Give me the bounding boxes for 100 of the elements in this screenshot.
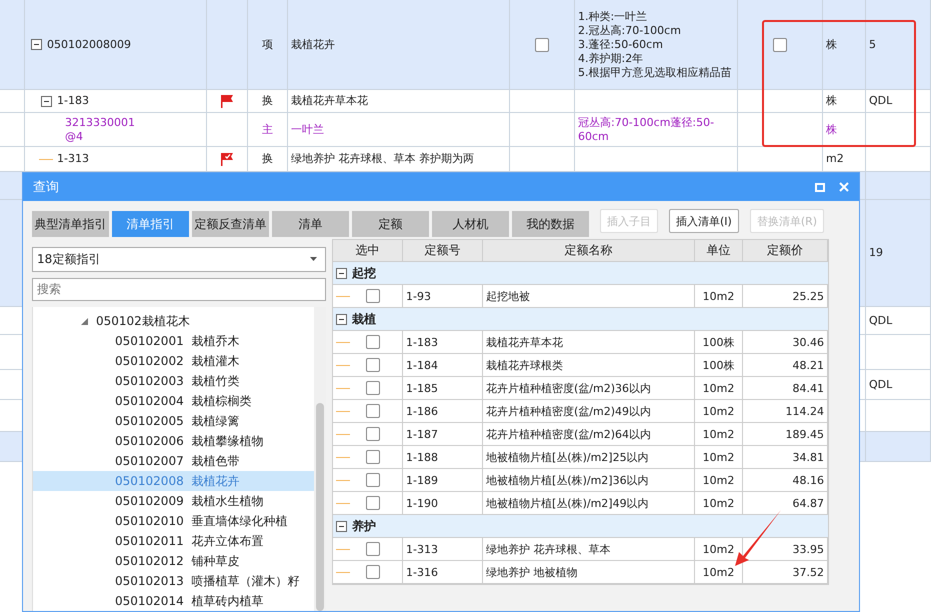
tree-item[interactable]: 050102007 栽植色带 bbox=[33, 451, 314, 471]
collapse-icon[interactable] bbox=[336, 520, 347, 532]
checkbox[interactable] bbox=[366, 565, 380, 579]
tree-item[interactable]: 050102005 栽植绿篱 bbox=[33, 411, 314, 431]
expand-triangle-icon[interactable] bbox=[81, 318, 88, 324]
price-text: 114.24 bbox=[786, 404, 824, 418]
unit-text: 100株 bbox=[702, 334, 734, 350]
quota-code: 1-187 bbox=[406, 428, 438, 440]
unit-text: 10m2 bbox=[702, 450, 734, 464]
checkbox[interactable] bbox=[366, 542, 380, 556]
collapse-icon[interactable] bbox=[41, 96, 52, 106]
price-text: 25.25 bbox=[792, 290, 824, 302]
unit-text: 10m2 bbox=[702, 474, 734, 486]
quantity-text: 5 bbox=[869, 38, 876, 52]
dialog-title: 查询 bbox=[33, 179, 59, 196]
feature-text: 3.蓬径:50-60cm bbox=[578, 38, 664, 52]
checkbox[interactable] bbox=[535, 38, 549, 52]
item-name: 栽植花卉 bbox=[192, 472, 240, 490]
tab[interactable]: 清单 bbox=[272, 211, 349, 237]
tree-item[interactable]: 050102003 栽植竹类 bbox=[33, 371, 314, 391]
item-type: 项 bbox=[262, 38, 273, 52]
group-name: 养护 bbox=[352, 518, 376, 534]
quota-name: 绿地养护 花卉球根、草本 bbox=[486, 542, 610, 556]
feature-text: 4.养护期:2年 bbox=[578, 52, 644, 66]
quota-name: 栽植花卉草本花 bbox=[486, 334, 563, 350]
item-code: 050102011 bbox=[115, 534, 184, 548]
checkbox[interactable] bbox=[366, 381, 380, 395]
tree-item[interactable]: 050102001 栽植乔木 bbox=[33, 331, 314, 351]
tab[interactable]: 定额反查清单 bbox=[192, 211, 269, 237]
item-type: 换 bbox=[262, 94, 273, 108]
item-name: 栽植花卉草本花 bbox=[291, 94, 368, 108]
item-code: 1-183 bbox=[57, 94, 89, 108]
price-text: 37.52 bbox=[792, 566, 824, 578]
checkbox[interactable] bbox=[366, 358, 380, 372]
feature-text: 5.根据甲方意见选取相应精品苗 bbox=[578, 66, 732, 80]
tree-item[interactable]: 050102006 栽植攀缘植物 bbox=[33, 431, 314, 451]
tree-item[interactable]: 050102010 垂直墙体绿化种植 bbox=[33, 511, 314, 531]
tree-node[interactable]: 050102栽植花木 bbox=[96, 312, 190, 330]
feature-text: 2.冠丛高:70-100cm bbox=[578, 24, 682, 38]
item-code: 050102007 bbox=[115, 454, 184, 468]
collapse-icon[interactable] bbox=[336, 314, 347, 324]
quota-name: 栽植花卉球根类 bbox=[486, 358, 563, 372]
collapse-icon[interactable] bbox=[336, 268, 347, 278]
item-code: 1-313 bbox=[57, 152, 89, 166]
quota-name: 地被植物片植[丛(株)/m2]49以内 bbox=[486, 496, 649, 510]
checkbox[interactable] bbox=[773, 38, 787, 52]
tree-item[interactable]: 050102004 栽植棕榈类 bbox=[33, 391, 314, 411]
item-name: 喷播植草（灌木）籽 bbox=[192, 572, 300, 590]
quota-code: 1-93 bbox=[406, 290, 431, 302]
item-code: 050102010 bbox=[115, 514, 184, 528]
tab[interactable]: 定额 bbox=[352, 211, 429, 237]
tree-item[interactable]: 050102002 栽植灌木 bbox=[33, 351, 314, 371]
quota-code: 1-190 bbox=[406, 496, 438, 510]
collapse-icon[interactable] bbox=[31, 39, 42, 50]
quantity-text: QDL bbox=[869, 94, 892, 108]
tree-item[interactable]: 050102011 花卉立体布置 bbox=[33, 531, 314, 551]
item-name: 栽植花卉 bbox=[291, 38, 335, 52]
tree-item[interactable]: 050102012 铺种草皮 bbox=[33, 551, 314, 571]
tab[interactable]: 我的数据 bbox=[512, 211, 589, 237]
quota-code: 1-316 bbox=[406, 566, 438, 578]
tab[interactable]: 典型清单指引 bbox=[32, 211, 109, 237]
toolbar-button[interactable]: 插入清单(I) bbox=[669, 209, 739, 233]
checkbox[interactable] bbox=[366, 404, 380, 418]
price-text: 64.87 bbox=[792, 496, 824, 510]
maximize-icon[interactable] bbox=[815, 182, 825, 192]
item-code: 050102008009 bbox=[47, 38, 131, 52]
tree-item[interactable]: 050102014 植草砖内植草 bbox=[33, 591, 314, 611]
tree-item[interactable]: 050102009 栽植水生植物 bbox=[33, 491, 314, 511]
unit-text: 10m2 bbox=[702, 496, 734, 510]
quota-name: 地被植物片植[丛(株)/m2]36以内 bbox=[486, 472, 649, 488]
quantity-text: QDL bbox=[869, 378, 892, 392]
item-name: 栽植乔木 bbox=[192, 332, 240, 350]
item-code: 050102012 bbox=[115, 554, 184, 568]
checkbox[interactable] bbox=[366, 335, 380, 349]
feature-text: 冠丛高:70-100cm蓬径:50-60cm bbox=[578, 116, 716, 144]
price-text: 84.41 bbox=[792, 382, 824, 394]
quota-code: 1-185 bbox=[406, 382, 438, 394]
quota-code: 1-188 bbox=[406, 450, 438, 464]
checkbox[interactable] bbox=[366, 450, 380, 464]
item-code: 050102001 bbox=[115, 334, 184, 348]
item-type: 主 bbox=[262, 122, 273, 136]
guide-dropdown[interactable]: 18定额指引 bbox=[32, 247, 326, 272]
item-code: 050102004 bbox=[115, 394, 184, 408]
price-text: 33.95 bbox=[792, 542, 824, 556]
checkbox[interactable] bbox=[366, 496, 380, 510]
tree-item[interactable]: 050102013 喷播植草（灌木）籽 bbox=[33, 571, 314, 591]
checkbox[interactable] bbox=[366, 473, 380, 487]
tab[interactable]: 人材机 bbox=[432, 211, 509, 237]
scrollbar[interactable] bbox=[314, 307, 326, 611]
search-field[interactable]: 搜索 bbox=[32, 278, 326, 301]
quantity-text: QDL bbox=[869, 314, 892, 328]
item-name: 栽植绿篱 bbox=[192, 412, 240, 430]
price-text: 30.46 bbox=[792, 336, 824, 348]
price-text: 189.45 bbox=[786, 428, 824, 440]
close-icon[interactable] bbox=[839, 182, 849, 192]
item-code: 050102009 bbox=[115, 494, 184, 508]
item-code: 3213330001@4 bbox=[65, 116, 135, 144]
checkbox[interactable] bbox=[366, 289, 380, 303]
checkbox[interactable] bbox=[366, 427, 380, 441]
quota-code: 1-186 bbox=[406, 404, 438, 418]
